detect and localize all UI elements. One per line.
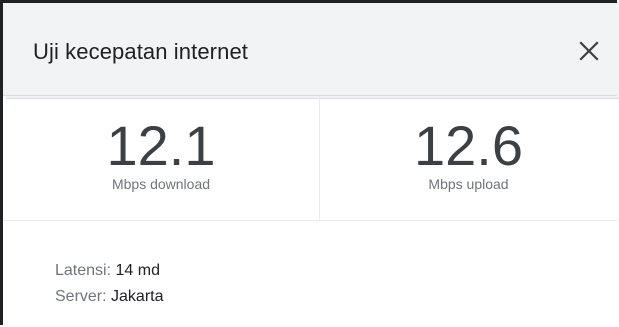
upload-speed-unit: Mbps upload [428,176,509,192]
server-label: Server: [55,288,107,305]
latency-label: Latensi: [55,262,112,279]
dialog-header-bar: Uji kecepatan internet [3,3,617,96]
latency-row: Latensi: 14 md [55,258,164,284]
server-row: Server: Jakarta [55,284,164,310]
download-speed-unit: Mbps download [111,176,211,192]
upload-speed-value: 12.6 [414,114,523,177]
download-speed-value: 12.1 [106,114,216,177]
results-panel: 12.1 Mbps download 12.6 Mbps upload [3,96,617,221]
download-result: 12.1 Mbps download [3,96,320,220]
server-value: Jakarta [111,288,164,305]
latency-value: 14 md [115,262,160,279]
test-details: Latensi: 14 md Server: Jakarta [55,258,164,310]
close-icon [579,41,599,61]
dialog-title: Uji kecepatan internet [33,39,248,64]
close-button[interactable] [569,31,609,71]
upload-result: 12.6 Mbps upload [320,96,617,220]
